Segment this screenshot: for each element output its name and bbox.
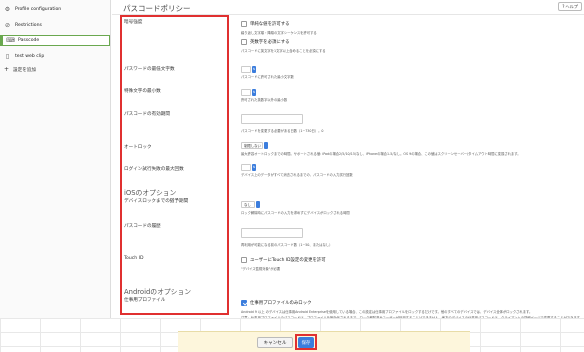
min-length-field[interactable] [241,65,251,73]
validity-input[interactable] [241,114,303,124]
autolock-select[interactable]: 制限しない [241,142,268,149]
work-profile-lock-checkbox[interactable] [241,300,247,306]
sidebar: ⚙ Profile configuration ⊘ Restrictions ⌨… [0,0,111,352]
allow-simple-label: 単純な値を許可する [250,22,290,27]
label-work-profile: 仕事用プロファイル [124,298,166,303]
restrictions-icon: ⊘ [4,22,11,29]
autolock-desc: 最大許容オートロックまでの時間。サポートされる値: iPadの場合2/5/10/… [241,152,521,156]
autolock-value[interactable]: 制限しない [241,142,263,149]
footer-bar [178,331,470,352]
stepper-arrows-icon[interactable]: ⇅ [252,163,256,171]
select-arrows-icon[interactable] [256,201,260,208]
label-strength: 暗号強度 [124,20,143,25]
keypad-icon: ⌨ [6,37,15,44]
touchid-desc: "デバイス監視対象"が必要 [241,267,281,271]
save-button[interactable]: 保存 [298,337,314,348]
section-ios: iOSのオプション [124,189,177,197]
sidebar-item-test-web-clip[interactable]: ▯ test web clip [0,51,110,62]
help-icon: ? [562,4,565,9]
work-profile-lock-desc: Android 9 以上 のデバイスは仕事用Android Enterprise… [241,310,533,314]
label-history: パスコードの履歴 [124,224,161,229]
profile-icon: ⚙ [4,6,11,13]
section-android: Androidのオプション [124,288,192,296]
touchid-checkbox[interactable] [241,257,247,263]
help-label: ヘルプ [565,3,578,9]
sidebar-item-passcode[interactable]: ⌨ Passcode [0,35,110,46]
label-grace-period: デバイスロックまでの猶予期間 [124,199,189,204]
page-title: パスコードポリシー [123,4,191,13]
history-input[interactable] [241,228,303,238]
history-desc: 再利用が可能になる前のパスコード数（1~50、またはなし） [241,243,333,247]
allow-simple-checkbox[interactable] [241,21,247,27]
max-failed-stepper[interactable]: ⇅ [241,163,257,171]
sidebar-item-restrictions[interactable]: ⊘ Restrictions [0,20,110,31]
sidebar-item-label: Restrictions [15,23,42,28]
highlight-frame-labels [120,15,229,315]
label-min-length: パスワードの最低文字数 [124,67,175,72]
validity-desc: パスコードを変更する必要がある日数（1~730日）。0 [241,129,324,133]
require-alnum-label: 英数字を必須にする [250,40,290,45]
stepper-arrows-icon[interactable]: ⇅ [252,65,256,73]
work-profile-lock-label: 仕事用プロファイルのみロック [250,301,312,306]
special-chars-field[interactable] [241,88,251,96]
cancel-button[interactable]: キャンセル [257,337,293,348]
grace-period-value[interactable]: なし [241,201,255,208]
sidebar-item-label: test web clip [15,54,45,59]
label-special-chars: 特殊文字の最小数 [124,89,161,94]
select-arrows-icon[interactable] [264,142,268,149]
grace-period-desc: ロック解除時にパスコードの入力を求めずにデバイスがロックされる時間 [241,211,350,215]
require-alnum-checkbox[interactable] [241,39,247,45]
min-length-stepper[interactable]: ⇅ [241,65,257,73]
sidebar-item-label: Passcode [18,38,40,43]
min-length-desc: パスコードに許可された最小文字数 [241,75,294,79]
label-autolock: オートロック [124,145,152,150]
web-clip-icon: ▯ [5,53,10,60]
allow-simple-desc: 繰り返し文字順・降順の文字シーケンスを許可する [241,31,317,35]
max-failed-field[interactable] [241,163,251,171]
max-failed-desc: デバイス上のデータがすべて消去されるまでの、パスコードの入力試行回数 [241,173,353,177]
sidebar-item-label: Profile configuration [15,7,62,12]
require-alnum-desc: パスコードに英文字を1文字以上含めることを必須にする [241,49,326,53]
help-button[interactable]: ? ヘルプ [558,2,582,11]
stepper-arrows-icon[interactable]: ⇅ [252,88,256,96]
special-chars-desc: 許可された英数字以外の最小数 [241,98,288,102]
plus-icon: + [4,66,10,73]
label-max-failed: ログイン試行失敗の最大回数 [124,167,184,172]
label-touchid: Touch ID [124,256,144,261]
add-setting-link[interactable]: + 設定を追加 [4,66,36,73]
sidebar-item-profile-configuration[interactable]: ⚙ Profile configuration [0,4,110,15]
add-setting-label: 設定を追加 [13,67,37,73]
label-validity: パスコードの有効期間 [124,112,170,117]
special-chars-stepper[interactable]: ⇅ [241,88,257,96]
touchid-label: ユーザーにTouch ID設定の変更を許可 [250,258,326,263]
grace-period-select[interactable]: なし [241,201,260,208]
